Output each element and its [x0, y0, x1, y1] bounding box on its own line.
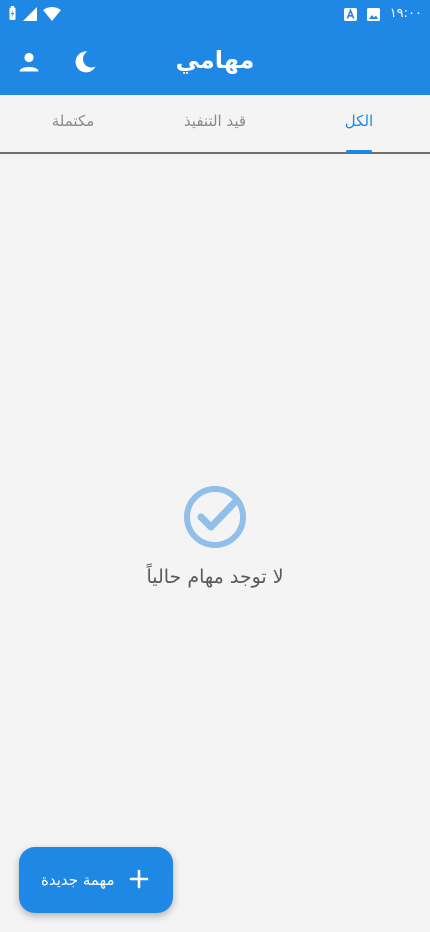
image-notification-icon: [366, 7, 380, 21]
tab-bar: مكتملة قيد التنفيذ الكل: [0, 95, 430, 154]
app-bar: مهامي: [0, 28, 430, 95]
battery-charging-icon: [9, 6, 16, 20]
a-notification-icon: [343, 7, 357, 21]
plus-icon: [129, 869, 149, 889]
empty-state: لا توجد مهام حالياً: [0, 484, 430, 588]
new-task-label: مهمة جديدة: [41, 871, 115, 889]
active-tab-indicator: [346, 150, 372, 153]
tab-completed[interactable]: مكتملة: [23, 95, 123, 152]
tab-in-progress[interactable]: قيد التنفيذ: [165, 95, 265, 152]
status-bar: ١٩:٠٠: [0, 0, 430, 28]
wifi-icon: [43, 6, 61, 21]
tab-all[interactable]: الكل: [309, 95, 409, 152]
check-circle-icon: [184, 486, 246, 548]
cell-signal-icon: [23, 6, 37, 21]
status-icons-left: [8, 6, 61, 21]
empty-state-message: لا توجد مهام حالياً: [146, 566, 284, 588]
page-title: مهامي: [175, 46, 255, 74]
new-task-button[interactable]: مهمة جديدة: [19, 847, 173, 913]
status-time: ١٩:٠٠: [389, 6, 422, 21]
status-icons-right: ١٩:٠٠: [343, 5, 422, 23]
